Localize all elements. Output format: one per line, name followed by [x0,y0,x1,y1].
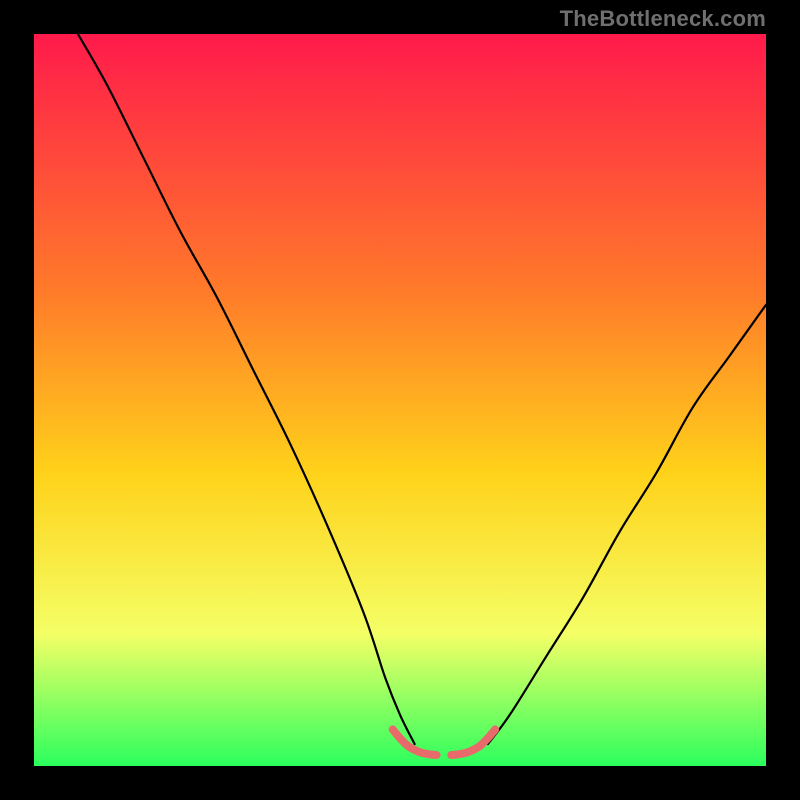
plot-container [34,34,766,766]
chart-frame: TheBottleneck.com [0,0,800,800]
gradient-background [34,34,766,766]
bottleneck-chart [34,34,766,766]
watermark-text: TheBottleneck.com [560,6,766,32]
